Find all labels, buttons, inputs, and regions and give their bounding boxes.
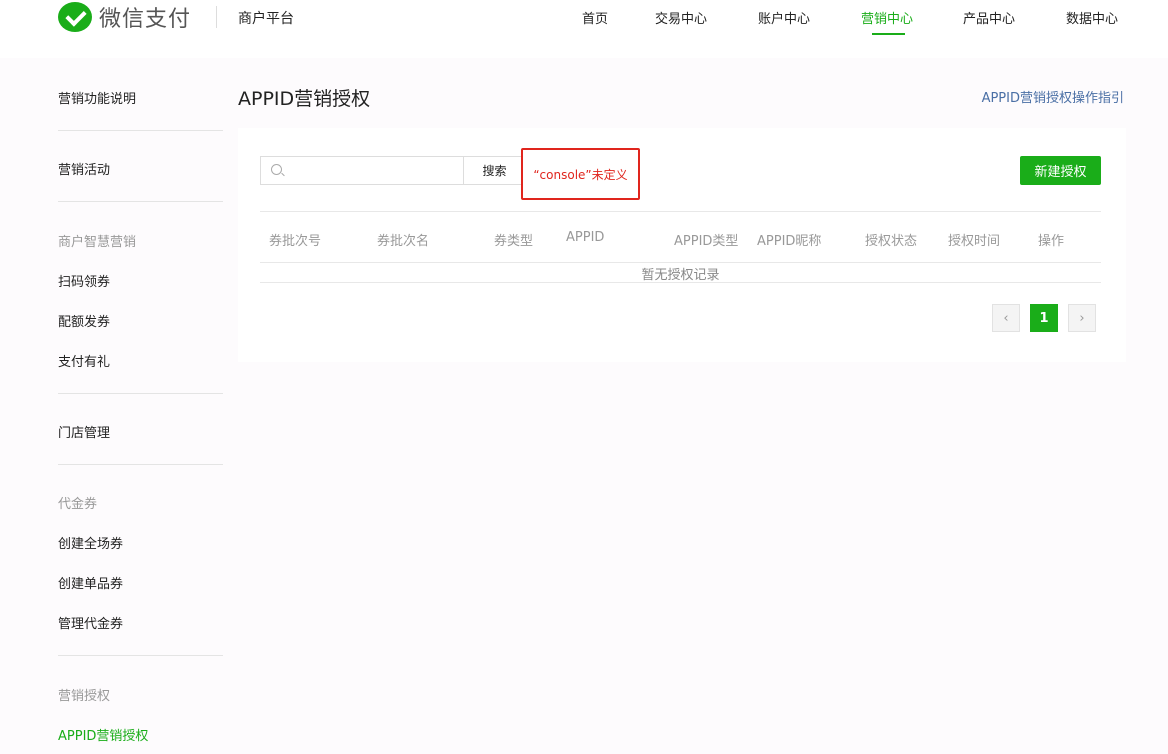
nav-data-center[interactable]: 数据中心 bbox=[1066, 8, 1118, 27]
nav-marketing-center[interactable]: 营销中心 bbox=[861, 8, 913, 27]
sidebar-divider bbox=[58, 393, 223, 394]
pagination-page-1[interactable]: 1 bbox=[1030, 304, 1058, 332]
column-header-appid: APPID bbox=[566, 230, 605, 245]
pagination-next-button[interactable]: › bbox=[1068, 304, 1096, 332]
sidebar-divider bbox=[58, 464, 223, 465]
sidebar-item-store-management[interactable]: 门店管理 bbox=[58, 422, 110, 441]
nav-account-center[interactable]: 账户中心 bbox=[758, 8, 810, 27]
sidebar-item-marketing-intro[interactable]: 营销功能说明 bbox=[58, 88, 136, 107]
sidebar-divider bbox=[58, 201, 223, 202]
sidebar-item-manage-voucher[interactable]: 管理代金券 bbox=[58, 613, 123, 632]
empty-table-message: 暂无授权记录 bbox=[641, 268, 720, 283]
search-box bbox=[260, 156, 464, 185]
sidebar-item-quota-coupon[interactable]: 配额发券 bbox=[58, 311, 110, 330]
column-header-appid-nickname: APPID昵称 bbox=[757, 234, 822, 249]
sidebar-divider bbox=[58, 655, 223, 656]
table-header-border bbox=[260, 262, 1101, 263]
column-header-coupon-type: 券类型 bbox=[494, 234, 534, 249]
nav-active-indicator bbox=[872, 33, 905, 35]
column-header-batch-no: 券批次号 bbox=[269, 234, 322, 249]
new-authorization-button[interactable]: 新建授权 bbox=[1020, 156, 1101, 185]
sidebar-item-scan-coupon[interactable]: 扫码领券 bbox=[58, 271, 110, 290]
sidebar-divider bbox=[58, 130, 223, 131]
page-title: APPID营销授权 bbox=[238, 88, 371, 110]
pagination-prev-button[interactable]: ‹ bbox=[992, 304, 1020, 332]
sidebar-item-create-single-voucher[interactable]: 创建单品券 bbox=[58, 573, 123, 592]
table-top-border bbox=[260, 211, 1101, 212]
search-input[interactable] bbox=[289, 159, 459, 182]
operation-guide-link[interactable]: APPID营销授权操作指引 bbox=[982, 87, 1124, 106]
sidebar-group-marketing-auth: 营销授权 bbox=[58, 689, 111, 704]
nav-product-center[interactable]: 产品中心 bbox=[963, 8, 1015, 27]
search-button[interactable]: 搜索 bbox=[463, 156, 526, 185]
authorization-card: 搜索 “console”未定义 新建授权 券批次号 券批次名 券类型 APPID… bbox=[238, 128, 1126, 362]
top-header: 微信支付 商户平台 首页 交易中心 账户中心 营销中心 产品中心 数据中心 bbox=[0, 0, 1168, 58]
sidebar-group-voucher: 代金券 bbox=[58, 497, 98, 512]
main-nav: 首页 交易中心 账户中心 营销中心 产品中心 数据中心 bbox=[0, 8, 1168, 38]
column-header-action: 操作 bbox=[1038, 234, 1065, 249]
nav-trade-center[interactable]: 交易中心 bbox=[655, 8, 707, 27]
table-bottom-border bbox=[260, 282, 1101, 283]
column-header-appid-type: APPID类型 bbox=[674, 234, 739, 249]
error-message: “console”未定义 bbox=[533, 167, 628, 182]
column-header-batch-name: 券批次名 bbox=[377, 234, 430, 249]
column-header-auth-status: 授权状态 bbox=[865, 234, 918, 249]
sidebar-item-marketing-activity[interactable]: 营销活动 bbox=[58, 159, 110, 178]
column-header-auth-time: 授权时间 bbox=[948, 234, 1001, 249]
sidebar-group-smart-marketing: 商户智慧营销 bbox=[58, 235, 137, 250]
sidebar-item-create-store-voucher[interactable]: 创建全场券 bbox=[58, 533, 123, 552]
search-icon bbox=[271, 164, 282, 175]
sidebar-item-appid-auth[interactable]: APPID营销授权 bbox=[58, 725, 148, 744]
nav-home[interactable]: 首页 bbox=[582, 8, 608, 27]
sidebar-item-pay-gift[interactable]: 支付有礼 bbox=[58, 351, 110, 370]
error-message-box: “console”未定义 bbox=[521, 148, 640, 200]
